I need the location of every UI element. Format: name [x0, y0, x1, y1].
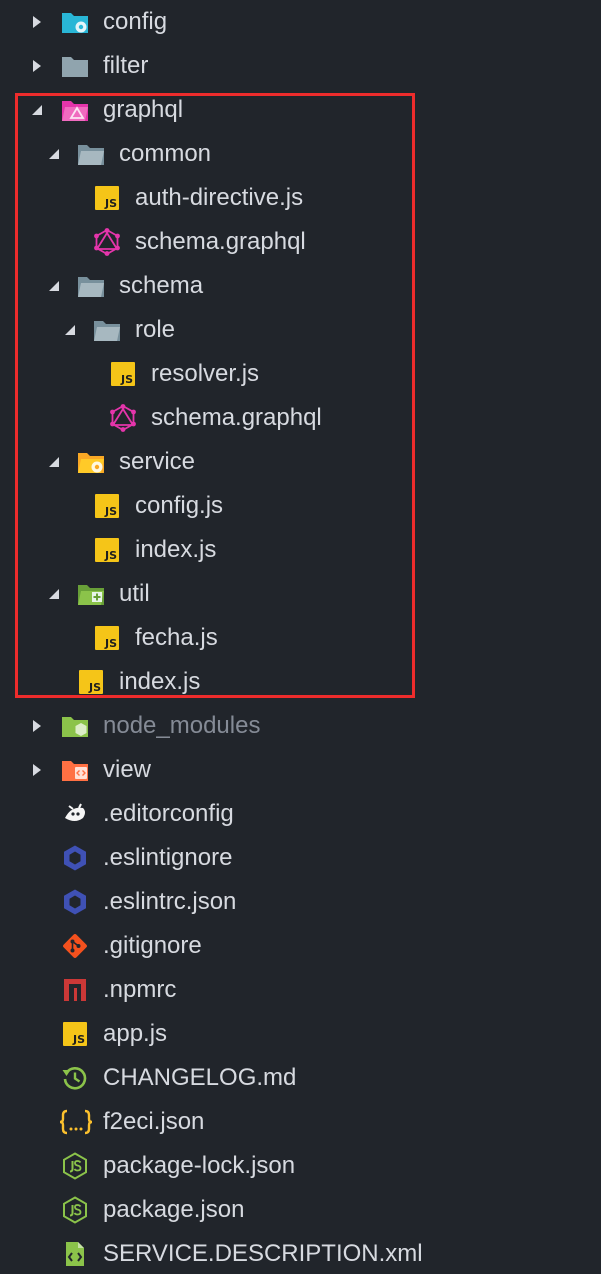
tree-item-auth-directive-js[interactable]: JS auth-directive.js: [0, 176, 601, 220]
tree-item-label: graphql: [103, 96, 184, 123]
graphql-folder-icon: [61, 96, 89, 124]
tree-item-label: .editorconfig: [103, 800, 234, 827]
tree-item-label: .eslintrc.json: [103, 888, 237, 915]
folder-open-icon: [77, 272, 105, 300]
service-folder-icon: [77, 448, 105, 476]
tree-item-node-modules-folder[interactable]: node_modules: [0, 704, 601, 748]
tree-item-label: node_modules: [103, 712, 261, 739]
chevron-down-icon[interactable]: [46, 264, 62, 308]
javascript-file-icon: JS: [61, 1020, 89, 1048]
javascript-file-icon: JS: [77, 668, 105, 696]
nodejs-icon: [61, 1196, 89, 1224]
tree-item-label: index.js: [119, 668, 201, 695]
folder-open-icon: [93, 316, 121, 344]
tree-item-label: config: [103, 8, 168, 35]
tree-item-label: app.js: [103, 1020, 168, 1047]
tree-item-role-folder[interactable]: role: [0, 308, 601, 352]
tree-item-label: schema: [119, 272, 204, 299]
json-braces-icon: [59, 1108, 93, 1136]
tree-item-role-schema-graphql[interactable]: schema.graphql: [0, 396, 601, 440]
tree-item-eslintrc-json[interactable]: .eslintrc.json: [0, 880, 601, 924]
tree-item-eslintignore[interactable]: .eslintignore: [0, 836, 601, 880]
tree-item-changelog-md[interactable]: CHANGELOG.md: [0, 1056, 601, 1100]
javascript-file-icon: JS: [93, 184, 121, 212]
chevron-right-icon[interactable]: [29, 0, 45, 44]
tree-item-label: schema.graphql: [135, 228, 306, 255]
tree-item-config-folder[interactable]: config: [0, 0, 601, 44]
graphql-file-icon: [109, 404, 137, 432]
tree-item-service-description-xml[interactable]: SERVICE.DESCRIPTION.xml: [0, 1232, 601, 1274]
tree-item-label: f2eci.json: [103, 1108, 205, 1135]
chevron-right-icon[interactable]: [29, 44, 45, 88]
tree-item-package-json[interactable]: package.json: [0, 1188, 601, 1232]
tree-item-gitignore[interactable]: .gitignore: [0, 924, 601, 968]
chevron-down-icon[interactable]: [29, 88, 45, 132]
git-icon: [61, 932, 89, 960]
chevron-down-icon[interactable]: [46, 572, 62, 616]
chevron-down-icon[interactable]: [46, 440, 62, 484]
tree-item-view-folder[interactable]: view: [0, 748, 601, 792]
xml-file-icon: [61, 1240, 89, 1268]
eslint-icon: [61, 888, 89, 916]
view-folder-icon: [61, 756, 89, 784]
chevron-right-icon[interactable]: [29, 748, 45, 792]
tree-item-label: package.json: [103, 1196, 245, 1223]
tree-item-label: schema.graphql: [151, 404, 322, 431]
nodejs-icon: [61, 1152, 89, 1180]
tree-item-package-lock-json[interactable]: package-lock.json: [0, 1144, 601, 1188]
folder-icon: [61, 52, 89, 80]
tree-item-label: .gitignore: [103, 932, 202, 959]
tree-item-util-folder[interactable]: util: [0, 572, 601, 616]
tree-item-label: SERVICE.DESCRIPTION.xml: [103, 1240, 423, 1267]
tree-item-label: CHANGELOG.md: [103, 1064, 297, 1091]
tree-item-common-schema-graphql[interactable]: schema.graphql: [0, 220, 601, 264]
tree-item-label: filter: [103, 52, 149, 79]
tree-item-f2eci-json[interactable]: f2eci.json: [0, 1100, 601, 1144]
tree-item-service-folder[interactable]: service: [0, 440, 601, 484]
tree-item-label: auth-directive.js: [135, 184, 304, 211]
tree-item-npmrc[interactable]: .npmrc: [0, 968, 601, 1012]
tree-item-app-js[interactable]: JS app.js: [0, 1012, 601, 1056]
editorconfig-icon: [61, 800, 89, 828]
tree-item-label: common: [119, 140, 212, 167]
tree-item-config-js[interactable]: JS config.js: [0, 484, 601, 528]
tree-item-filter-folder[interactable]: filter: [0, 44, 601, 88]
eslint-icon: [61, 844, 89, 872]
folder-open-icon: [77, 140, 105, 168]
tree-item-service-index-js[interactable]: JS index.js: [0, 528, 601, 572]
util-folder-icon: [77, 580, 105, 608]
graphql-file-icon: [93, 228, 121, 256]
chevron-down-icon[interactable]: [62, 308, 78, 352]
tree-item-label: role: [135, 316, 176, 343]
tree-item-label: util: [119, 580, 150, 607]
tree-item-editorconfig[interactable]: .editorconfig: [0, 792, 601, 836]
tree-item-label: view: [103, 756, 152, 783]
tree-item-common-folder[interactable]: common: [0, 132, 601, 176]
tree-item-graphql-index-js[interactable]: JS index.js: [0, 660, 601, 704]
tree-item-resolver-js[interactable]: JS resolver.js: [0, 352, 601, 396]
tree-item-label: .eslintignore: [103, 844, 233, 871]
chevron-down-icon[interactable]: [46, 132, 62, 176]
tree-item-label: config.js: [135, 492, 224, 519]
tree-item-label: service: [119, 448, 196, 475]
config-folder-icon: [61, 8, 89, 36]
tree-item-graphql-folder[interactable]: graphql: [0, 88, 601, 132]
javascript-file-icon: JS: [93, 492, 121, 520]
tree-item-fecha-js[interactable]: JS fecha.js: [0, 616, 601, 660]
tree-item-label: index.js: [135, 536, 217, 563]
javascript-file-icon: JS: [109, 360, 137, 388]
tree-item-label: resolver.js: [151, 360, 260, 387]
chevron-right-icon[interactable]: [29, 704, 45, 748]
history-icon: [61, 1064, 89, 1092]
node-folder-icon: [61, 712, 89, 740]
npm-icon: [61, 976, 89, 1004]
tree-item-label: fecha.js: [135, 624, 218, 651]
tree-item-label: package-lock.json: [103, 1152, 296, 1179]
javascript-file-icon: JS: [93, 536, 121, 564]
javascript-file-icon: JS: [93, 624, 121, 652]
tree-item-schema-folder[interactable]: schema: [0, 264, 601, 308]
tree-item-label: .npmrc: [103, 976, 177, 1003]
